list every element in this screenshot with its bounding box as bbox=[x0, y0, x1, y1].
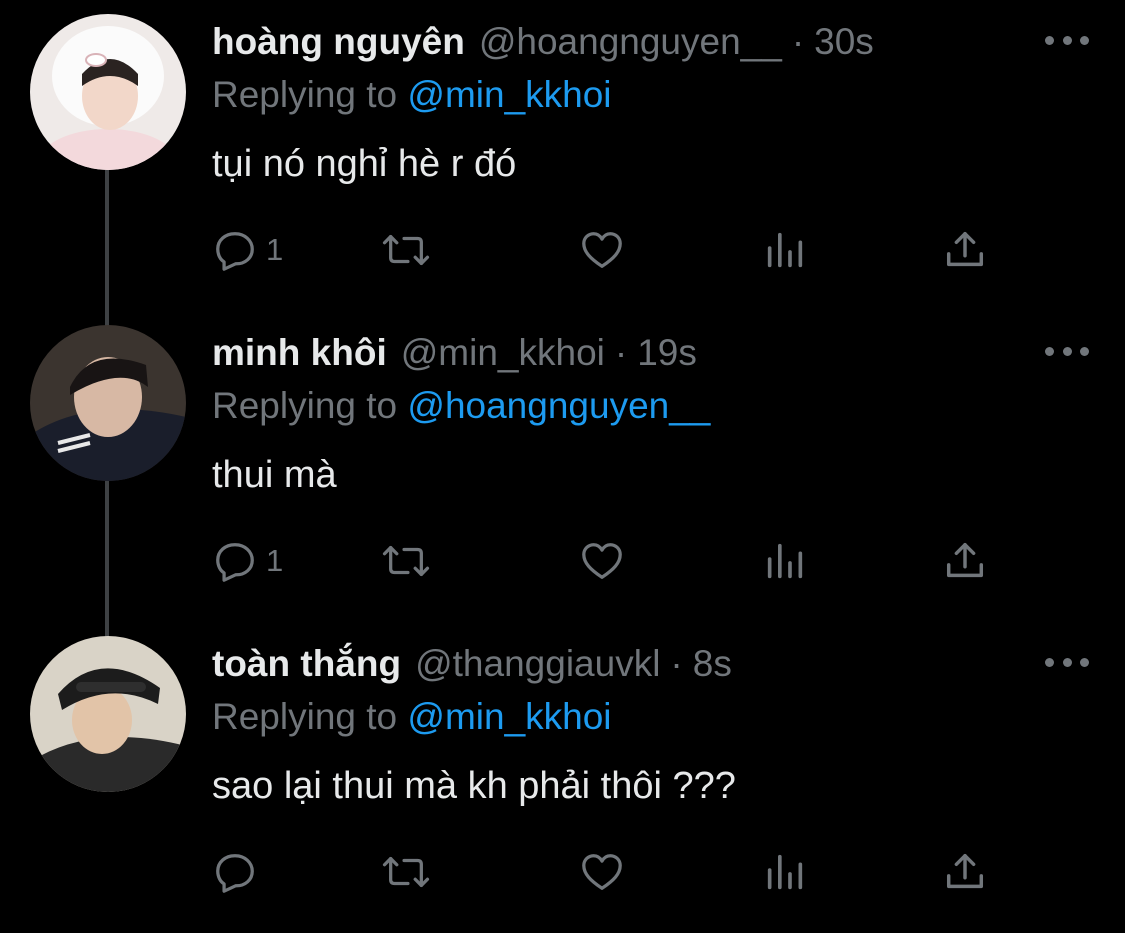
timestamp[interactable]: 19s bbox=[637, 329, 697, 377]
display-name[interactable]: minh khôi bbox=[212, 329, 387, 377]
more-horizontal-icon bbox=[1062, 346, 1072, 356]
retweet-button[interactable] bbox=[380, 225, 432, 275]
tweet-text: thui mà bbox=[212, 454, 337, 496]
retweet-arrows-icon bbox=[382, 856, 430, 888]
reply-count: 1 bbox=[266, 232, 284, 267]
replying-to-line: Replying to @hoangnguyen__ bbox=[212, 383, 710, 429]
avatar[interactable] bbox=[30, 636, 186, 792]
heart-outline-icon bbox=[582, 854, 622, 890]
separator-dot: · bbox=[670, 643, 683, 684]
retweet-button[interactable] bbox=[380, 847, 432, 897]
analytics-bars-icon bbox=[767, 543, 803, 579]
reply-button[interactable] bbox=[212, 847, 266, 897]
user-handle[interactable]: @hoangnguyen__ bbox=[479, 18, 782, 66]
analytics-button[interactable] bbox=[762, 847, 808, 897]
retweet-arrows-icon bbox=[382, 545, 430, 577]
tweet[interactable]: minh khôi @min_kkhoi · 19s Replying to @… bbox=[0, 311, 1125, 622]
replying-to-label: Replying to bbox=[212, 696, 398, 737]
like-button[interactable] bbox=[578, 225, 626, 275]
retweet-button[interactable] bbox=[380, 536, 432, 586]
heart-outline-icon bbox=[582, 232, 622, 268]
tweet-text: sao lại thui mà kh phải thôi ??? bbox=[212, 765, 736, 807]
more-options-button[interactable] bbox=[1045, 28, 1089, 52]
replying-to-line: Replying to @min_kkhoi bbox=[212, 694, 612, 740]
tweet-actions bbox=[212, 847, 1002, 897]
display-name[interactable]: toàn thắng bbox=[212, 640, 401, 688]
more-horizontal-icon bbox=[1080, 35, 1089, 45]
tweet-text: tụi nó nghỉ hè r đó bbox=[212, 143, 517, 185]
tweet[interactable]: hoàng nguyên @hoangnguyen__ · 30s Replyi… bbox=[0, 0, 1125, 311]
more-horizontal-icon bbox=[1045, 35, 1054, 45]
analytics-button[interactable] bbox=[762, 225, 808, 275]
heart-outline-icon bbox=[582, 543, 622, 579]
tweet-header: toàn thắng @thanggiauvkl · 8s bbox=[212, 640, 732, 688]
display-name[interactable]: hoàng nguyên bbox=[212, 18, 465, 66]
timestamp[interactable]: 8s bbox=[693, 640, 732, 688]
separator-dot: · bbox=[791, 21, 805, 62]
tweet-actions: 1 bbox=[212, 536, 1002, 586]
more-horizontal-icon bbox=[1080, 346, 1089, 356]
mention-link[interactable]: @min_kkhoi bbox=[407, 696, 611, 737]
avatar[interactable] bbox=[30, 325, 186, 481]
reply-button[interactable]: 1 bbox=[212, 225, 283, 275]
tweet-header: hoàng nguyên @hoangnguyen__ · 30s bbox=[212, 18, 874, 66]
more-horizontal-icon bbox=[1080, 657, 1089, 667]
mention-link[interactable]: @min_kkhoi bbox=[407, 74, 611, 115]
tweet[interactable]: toàn thắng @thanggiauvkl · 8s Replying t… bbox=[0, 622, 1125, 933]
timestamp[interactable]: 30s bbox=[814, 18, 874, 66]
reply-bubble-icon bbox=[216, 543, 254, 582]
separator-dot: · bbox=[614, 332, 628, 373]
reply-bubble-icon bbox=[216, 232, 254, 271]
avatar[interactable] bbox=[30, 14, 186, 170]
more-horizontal-icon bbox=[1045, 657, 1054, 667]
tweet-actions: 1 bbox=[212, 225, 1002, 275]
analytics-button[interactable] bbox=[762, 536, 808, 586]
analytics-bars-icon bbox=[767, 854, 803, 890]
replying-to-label: Replying to bbox=[212, 385, 398, 426]
avatar-photo bbox=[30, 14, 186, 170]
share-button[interactable] bbox=[942, 536, 988, 586]
more-horizontal-icon bbox=[1062, 657, 1072, 667]
share-upload-icon bbox=[946, 542, 984, 578]
like-button[interactable] bbox=[578, 536, 626, 586]
replying-to-line: Replying to @min_kkhoi bbox=[212, 72, 612, 118]
reply-thread: hoàng nguyên @hoangnguyen__ · 30s Replyi… bbox=[0, 0, 1125, 917]
more-options-button[interactable] bbox=[1045, 650, 1089, 674]
reply-bubble-icon bbox=[216, 854, 254, 893]
share-button[interactable] bbox=[942, 847, 988, 897]
retweet-arrows-icon bbox=[382, 234, 430, 266]
share-upload-icon bbox=[946, 853, 984, 889]
more-horizontal-icon bbox=[1045, 346, 1054, 356]
mention-link[interactable]: @hoangnguyen__ bbox=[407, 385, 710, 426]
tweet-header: minh khôi @min_kkhoi · 19s bbox=[212, 329, 697, 377]
more-options-button[interactable] bbox=[1045, 339, 1089, 363]
share-upload-icon bbox=[946, 231, 984, 267]
avatar-photo bbox=[30, 636, 186, 792]
user-handle[interactable]: @min_kkhoi bbox=[401, 329, 605, 377]
analytics-bars-icon bbox=[767, 232, 803, 268]
share-button[interactable] bbox=[942, 225, 988, 275]
avatar-photo bbox=[30, 325, 186, 481]
reply-count: 1 bbox=[266, 543, 284, 578]
like-button[interactable] bbox=[578, 847, 626, 897]
more-horizontal-icon bbox=[1062, 35, 1072, 45]
replying-to-label: Replying to bbox=[212, 74, 398, 115]
reply-button[interactable]: 1 bbox=[212, 536, 283, 586]
user-handle[interactable]: @thanggiauvkl bbox=[415, 640, 660, 688]
